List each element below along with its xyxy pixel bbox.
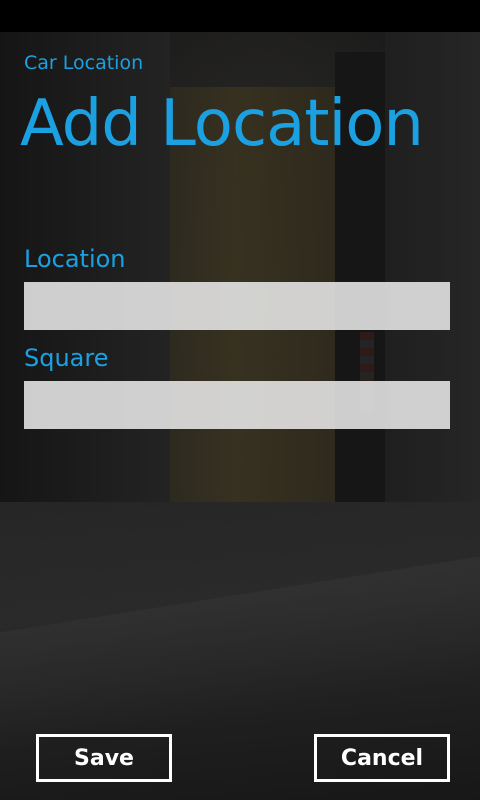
- location-input[interactable]: [24, 282, 450, 330]
- cancel-button[interactable]: Cancel: [314, 734, 450, 782]
- save-button[interactable]: Save: [36, 734, 172, 782]
- app-title: Car Location: [24, 52, 144, 74]
- location-label: Location: [24, 245, 126, 273]
- page-title: Add Location: [20, 87, 424, 161]
- square-label: Square: [24, 344, 109, 372]
- status-bar: [0, 0, 480, 32]
- square-input[interactable]: [24, 381, 450, 429]
